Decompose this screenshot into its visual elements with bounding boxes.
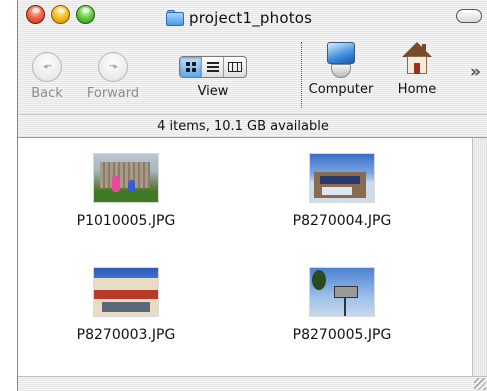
column-view-icon [228,62,242,72]
zoom-button[interactable] [76,5,95,24]
toolbar-overflow-chevron-icon[interactable]: » [470,62,481,82]
window-title: project1_photos [166,8,312,28]
back-arrow-icon: ◂·· [32,52,62,82]
title-bar[interactable]: project1_photos [18,0,487,38]
resize-grip-icon[interactable] [474,378,486,390]
close-button[interactable] [26,5,45,24]
status-bar: 4 items, 10.1 GB available [18,114,487,138]
file-item[interactable]: P8270004.JPG [267,154,417,229]
photo-thumbnail-icon[interactable] [310,154,374,202]
toolbar-divider [301,42,302,108]
list-view-button[interactable] [202,57,224,77]
status-text: 4 items, 10.1 GB available [157,118,329,134]
photo-thumbnail-icon[interactable] [310,268,374,316]
home-label: Home [397,82,437,97]
photo-thumbnail-icon[interactable] [94,154,158,202]
file-name[interactable]: P8270003.JPG [77,327,176,343]
vertical-scrollbar[interactable] [472,138,487,376]
forward-label: Forward [86,86,140,101]
computer-icon [324,42,358,78]
list-view-icon [206,62,219,72]
minimize-button[interactable] [51,5,70,24]
file-name[interactable]: P8270004.JPG [293,213,392,229]
toolbar-toggle-button[interactable] [456,9,482,23]
home-icon [400,42,434,78]
view-mode-selector [179,56,247,78]
computer-label: Computer [308,82,374,97]
file-item[interactable]: P8270005.JPG [267,268,417,343]
photo-thumbnail-icon[interactable] [94,268,158,316]
view-control: View [168,42,258,99]
computer-button[interactable]: Computer [303,42,379,97]
home-button[interactable]: Home [392,42,442,97]
column-view-button[interactable] [224,57,246,77]
forward-button[interactable]: ··▸ Forward [76,42,150,101]
file-icon-view: P1010005.JPG P8270004.JPG P8270003.JPG P… [18,138,472,376]
file-item[interactable]: P8270003.JPG [51,268,201,343]
icon-view-icon [185,62,196,72]
forward-arrow-icon: ··▸ [98,52,128,82]
back-button[interactable]: ◂·· Back [24,42,70,101]
file-name[interactable]: P8270005.JPG [293,327,392,343]
file-name[interactable]: P1010005.JPG [77,213,176,229]
bottom-bar [18,376,487,391]
file-item[interactable]: P1010005.JPG [51,154,201,229]
folder-icon [166,10,184,26]
view-label: View [197,84,229,99]
toolbar: ◂·· Back ··▸ Forward View Computer Home … [18,38,487,114]
window-title-text: project1_photos [189,9,313,27]
finder-window: project1_photos ◂·· Back ··▸ Forward Vie… [17,0,487,391]
back-label: Back [31,86,63,101]
icon-view-button[interactable] [180,57,202,77]
